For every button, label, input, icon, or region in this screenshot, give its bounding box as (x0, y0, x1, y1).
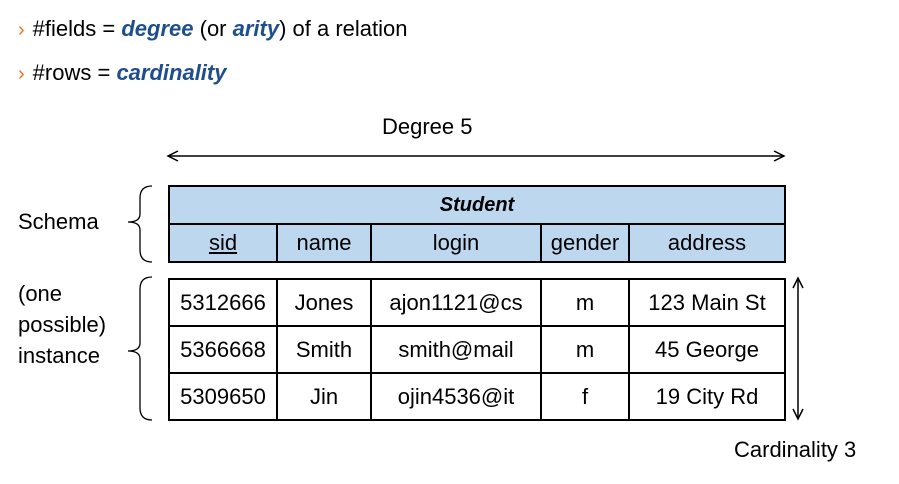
column-header-login: login (370, 223, 542, 263)
schema-label: Schema (18, 209, 99, 234)
cell-login: ajon1121@cs (370, 278, 542, 327)
cardinality-arrow (792, 276, 804, 421)
schema-brace (127, 185, 153, 263)
instance-label: (one possible) instance (18, 278, 106, 371)
cell-name: Jones (276, 278, 372, 327)
cell-address: 19 City Rd (628, 372, 786, 421)
cell-gender: f (540, 372, 630, 421)
cell-login: ojin4536@it (370, 372, 542, 421)
column-header-address: address (627, 223, 787, 263)
schema-table: Student sid name login gender address (167, 185, 787, 263)
cell-login: smith@mail (370, 325, 542, 374)
cell-sid: 5366668 (168, 325, 278, 374)
degree-arrow (166, 150, 786, 162)
relation-name: Student (167, 185, 787, 225)
cell-gender: m (540, 325, 630, 374)
cell-sid: 5309650 (168, 372, 278, 421)
instance-label-line: (one (18, 281, 63, 306)
instance-label-line: possible) (18, 312, 107, 337)
table-row: 5309650 Jin ojin4536@it f 19 City Rd (168, 372, 786, 421)
instance-table: 5312666 Jones ajon1121@cs m 123 Main St … (168, 278, 786, 421)
column-header-row: sid name login gender address (168, 223, 787, 263)
instance-label-line: instance (18, 343, 100, 368)
cell-sid: 5312666 (168, 278, 278, 327)
cell-address: 45 George (628, 325, 786, 374)
cardinality-label: Cardinality 3 (734, 437, 857, 462)
cell-name: Jin (276, 372, 372, 421)
cell-name: Smith (276, 325, 372, 374)
table-row: 5312666 Jones ajon1121@cs m 123 Main St (168, 278, 786, 327)
column-header-sid: sid (168, 223, 278, 263)
cell-gender: m (540, 278, 630, 327)
column-header-name: name (276, 223, 372, 263)
column-header-gender: gender (540, 223, 630, 263)
table-row: 5366668 Smith smith@mail m 45 George (168, 325, 786, 374)
cell-address: 123 Main St (628, 278, 786, 327)
instance-brace (127, 276, 153, 421)
